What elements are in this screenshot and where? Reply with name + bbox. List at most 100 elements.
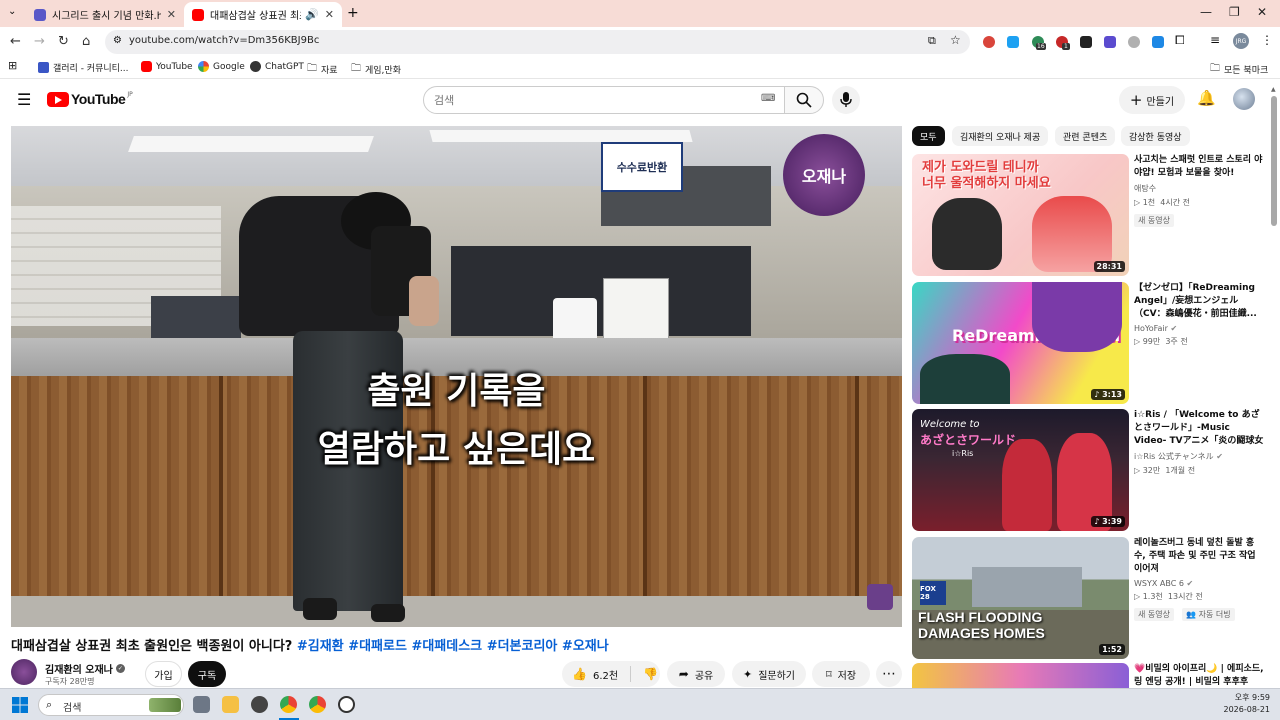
video-player[interactable]: 수수료반환 오재나 출원 기록을 열람하고 싶은데요 — [11, 126, 902, 627]
ask-button[interactable]: ✦ 질문하기 — [732, 661, 806, 687]
page-scrollbar[interactable]: ▲ — [1270, 86, 1278, 688]
recommendation-item[interactable]: 제가 도와드릴 테니까 너무 울적해하지 마세요 28:31 사고치는 스패럿 … — [912, 154, 1267, 276]
save-button[interactable]: ⌑ 저장 — [812, 661, 870, 687]
minimize-icon[interactable]: — — [1200, 5, 1212, 19]
recommendation-title[interactable]: 【ゼンゼロ】「ReDreaming Angel」/妄想エンジェル（CV：森嶋優花… — [1134, 282, 1264, 321]
chrome-icon[interactable] — [280, 696, 297, 713]
search-button[interactable] — [784, 86, 824, 114]
branding-watermark-icon[interactable] — [867, 584, 893, 610]
tab-active[interactable]: 대패삼겹살 상표권 최초 출 🔊 ✕ — [184, 2, 342, 27]
window-close-icon[interactable]: ✕ — [1257, 5, 1267, 19]
recommendation-channel[interactable]: HoYoFair ✔ — [1134, 324, 1264, 333]
bookmark-item[interactable]: 갤러리 - 커뮤니티... — [38, 61, 129, 74]
recommendation-item[interactable]: FOX 28 FLASH FLOODING DAMAGES HOMES 1:52… — [912, 537, 1267, 659]
recommendation-item[interactable]: Welcome to あざとさワールド i☆Ris ♪ 3:39 i☆Ris /… — [912, 409, 1267, 531]
hamburger-menu-icon[interactable]: ☰ — [17, 90, 31, 109]
channel-avatar[interactable] — [11, 659, 37, 685]
recommendation-channel[interactable]: WSYX ABC 6 ✔ — [1134, 579, 1264, 588]
youtube-logo[interactable]: YouTube JP — [47, 91, 133, 107]
recommendation-title[interactable]: 사고치는 스패럿 인트로 스토리 야야얍! 모험과 보물을 찾아! — [1134, 154, 1264, 180]
extension-dark-icon[interactable] — [1080, 36, 1092, 48]
bookmark-folder[interactable]: 🗀 게임,만화 — [351, 61, 401, 78]
hashtag-link[interactable]: #오재나 — [562, 639, 609, 654]
join-button[interactable]: 가입 — [145, 661, 182, 687]
new-tab-plus-icon[interactable]: + — [347, 5, 359, 21]
more-actions-button[interactable]: ⋯ — [876, 661, 902, 687]
media-queue-icon[interactable]: ≡ — [1210, 33, 1220, 47]
address-bar[interactable]: ⚙ youtube.com/watch?v=Dm356KBJ9Bc ⧉ ☆ — [105, 30, 970, 54]
thumbs-down-icon[interactable]: 👎 — [643, 667, 658, 681]
all-bookmarks[interactable]: 🗀 모든 북마크 — [1210, 61, 1268, 78]
extension-purple-icon[interactable] — [1104, 36, 1116, 48]
puzzle-extensions-icon[interactable]: ⧠ — [1175, 33, 1185, 48]
video-thumbnail[interactable]: ReDreaming Angel ♪ 3:13 — [912, 282, 1129, 404]
recommendation-item[interactable]: 💗비밀의 아이프리🌙 | 에피소드,링 엔딩 공개! | 비밀의 후후후 — [912, 663, 1267, 688]
account-avatar[interactable] — [1233, 88, 1255, 110]
bookmark-item[interactable]: ChatGPT — [250, 61, 304, 72]
search-input[interactable] — [434, 92, 734, 108]
speaker-icon[interactable]: 🔊 — [305, 8, 319, 21]
channel-name[interactable]: 김재환의 오재나 ✓ — [45, 661, 125, 676]
windows-start-icon[interactable] — [12, 697, 28, 713]
back-arrow-icon[interactable]: ← — [10, 34, 21, 49]
recommendation-title[interactable]: 💗비밀의 아이프리🌙 | 에피소드,링 엔딩 공개! | 비밀의 후후후 — [1134, 663, 1264, 688]
app-icon[interactable] — [251, 696, 268, 713]
thumbs-up-icon[interactable]: 👍 — [572, 667, 587, 681]
restore-icon[interactable]: ❐ — [1229, 5, 1240, 19]
close-icon[interactable]: ✕ — [167, 8, 176, 21]
chip-all[interactable]: 모두 — [912, 126, 945, 146]
video-thumbnail[interactable]: FOX 28 FLASH FLOODING DAMAGES HOMES 1:52 — [912, 537, 1129, 659]
recommendation-title[interactable]: i☆Ris / 「Welcome to あざとさワールド」-Music Vide… — [1134, 409, 1264, 448]
youtube-wordmark: YouTube — [71, 91, 126, 107]
extension-k-icon[interactable] — [1007, 36, 1019, 48]
hashtag-link[interactable]: #대패데스크 — [411, 639, 482, 654]
site-info-icon[interactable]: ⚙ — [113, 35, 122, 46]
video-thumbnail[interactable]: 제가 도와드릴 테니까 너무 울적해하지 마세요 28:31 — [912, 154, 1129, 276]
recommendation-channel[interactable]: 애탕수 — [1134, 183, 1264, 194]
hashtag-link[interactable]: #대패로드 — [348, 639, 407, 654]
video-thumbnail[interactable] — [912, 663, 1129, 688]
voice-search-button[interactable] — [832, 86, 860, 114]
bookmark-item[interactable]: Google — [198, 61, 245, 72]
kebab-menu-icon[interactable]: ⋮ — [1261, 33, 1273, 47]
hashtag-link[interactable]: #더본코리아 — [487, 639, 558, 654]
recommendation-channel[interactable]: i☆Ris 公式チャンネル ✔ — [1134, 451, 1264, 462]
scroll-up-arrow-icon[interactable]: ▲ — [1271, 86, 1276, 93]
taskbar-search-box[interactable]: ⌕ 검색 — [38, 694, 184, 716]
chip-channel[interactable]: 김재환의 오재나 제공 — [952, 126, 1049, 146]
install-app-icon[interactable]: ⧉ — [928, 34, 936, 48]
forward-arrow-icon[interactable]: → — [34, 34, 45, 49]
chip-watched[interactable]: 감상한 동영상 — [1121, 126, 1190, 146]
apps-grid-icon[interactable]: ⊞ — [8, 59, 17, 72]
chat-app-icon[interactable] — [338, 696, 355, 713]
chip-related[interactable]: 관련 콘텐츠 — [1055, 126, 1116, 146]
extension-grey-icon[interactable] — [1128, 36, 1140, 48]
extension-record-icon[interactable] — [983, 36, 995, 48]
recommendation-item[interactable]: ReDreaming Angel ♪ 3:13 【ゼンゼロ】「ReDreamin… — [912, 282, 1267, 404]
profile-avatar[interactable]: JRG — [1233, 33, 1249, 49]
subscribe-button[interactable]: 구독 — [188, 661, 226, 687]
bookmark-item[interactable]: YouTube — [141, 61, 193, 72]
recommendation-title[interactable]: 레이놀즈버그 동네 덮친 돌발 홍수, 주택 파손 및 주민 구조 작업 이어져 — [1134, 537, 1264, 576]
scrollbar-thumb[interactable] — [1271, 96, 1277, 226]
system-clock[interactable]: 오후 9:59 2026-08-21 — [1200, 692, 1271, 716]
close-icon[interactable]: ✕ — [325, 8, 334, 21]
search-box[interactable]: ⌨ — [423, 86, 785, 114]
reload-icon[interactable]: ↻ — [58, 34, 69, 49]
notifications-bell-icon[interactable]: 🔔 — [1197, 89, 1216, 107]
bookmark-star-icon[interactable]: ☆ — [950, 33, 961, 47]
share-button[interactable]: ➦ 공유 — [667, 661, 725, 687]
like-count[interactable]: 6.2천 — [593, 667, 618, 682]
bookmark-folder[interactable]: 🗀 자료 — [307, 61, 338, 78]
create-button[interactable]: + 만들기 — [1119, 86, 1185, 114]
hashtag-link[interactable]: #김재환 — [297, 639, 344, 654]
chrome-profile-icon[interactable] — [309, 696, 326, 713]
keyboard-icon[interactable]: ⌨ — [761, 93, 775, 104]
video-thumbnail[interactable]: Welcome to あざとさワールド i☆Ris ♪ 3:39 — [912, 409, 1129, 531]
home-icon[interactable]: ⌂ — [82, 34, 90, 49]
download-icon[interactable] — [1152, 36, 1164, 48]
tab-inactive[interactable]: 시그리드 출시 기념 만화.horse ✕ — [26, 2, 184, 27]
task-view-icon[interactable] — [193, 696, 210, 713]
tab-search-chevron-icon[interactable]: ⌄ — [8, 6, 16, 17]
file-explorer-icon[interactable] — [222, 696, 239, 713]
